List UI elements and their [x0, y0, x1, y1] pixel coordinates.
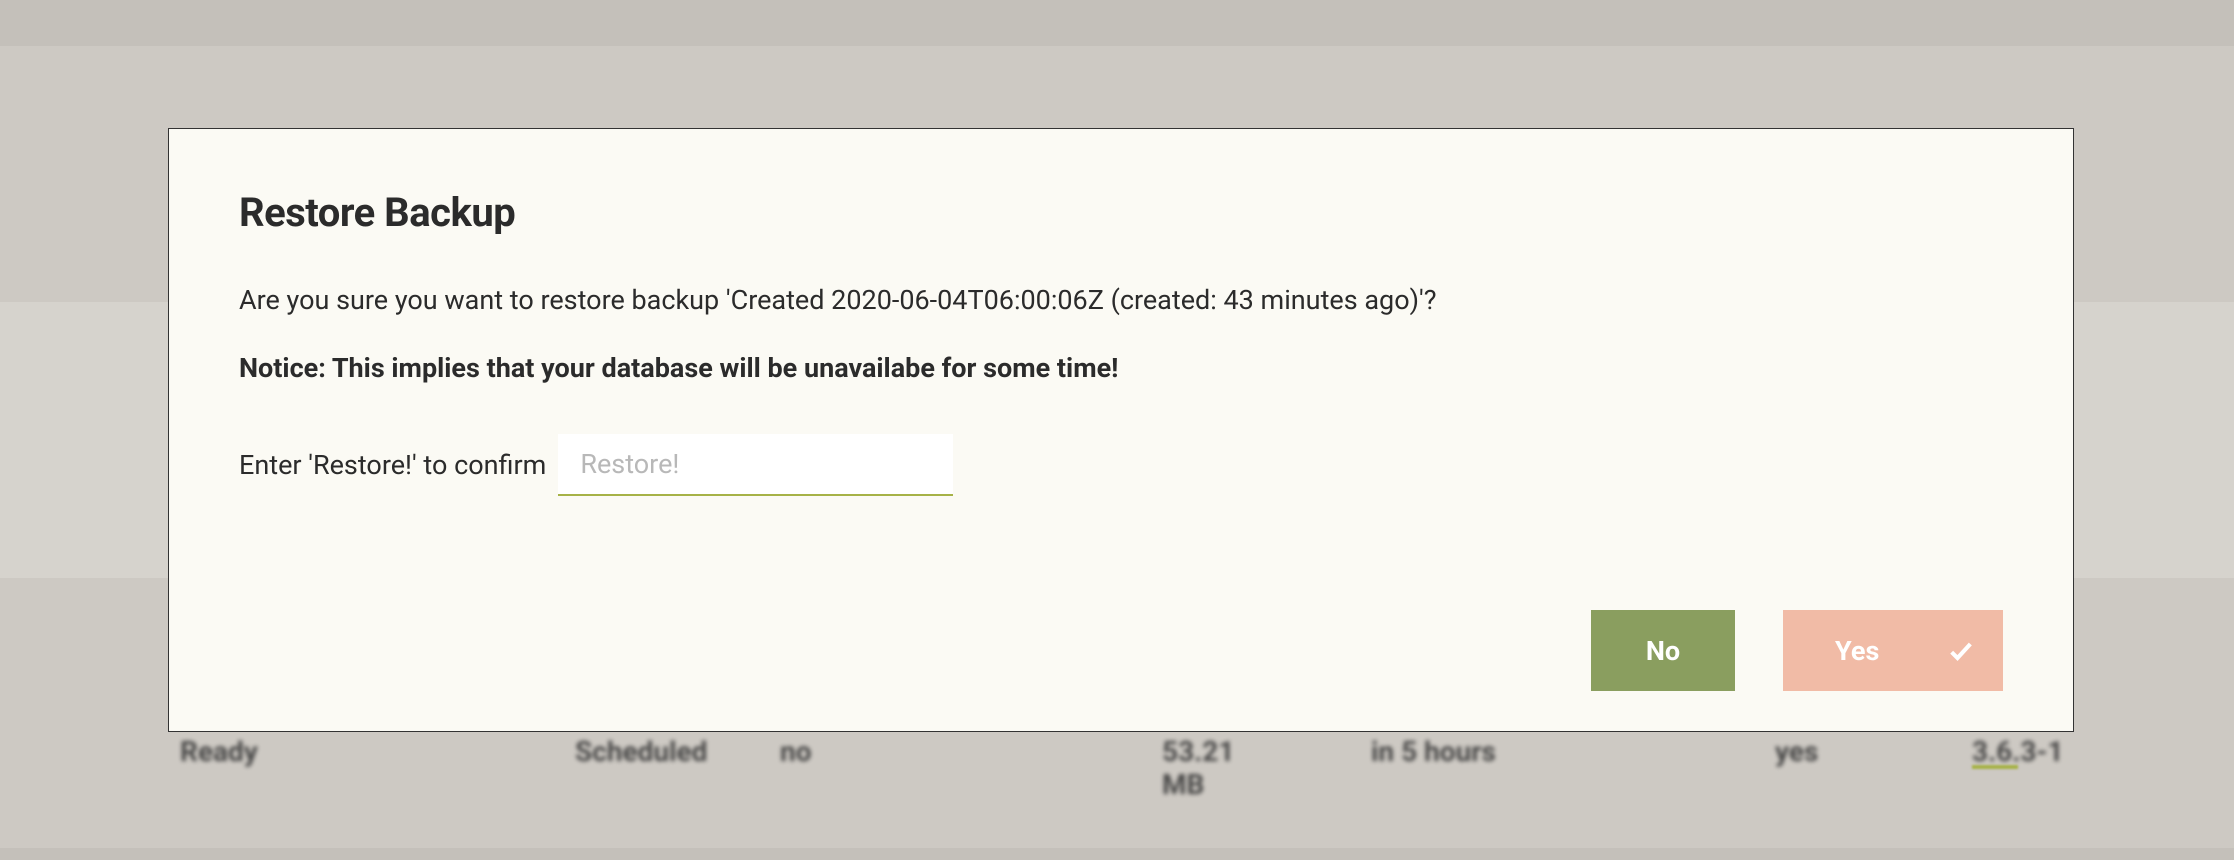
confirm-input-row: Enter 'Restore!' to confirm	[239, 434, 2003, 496]
bg-schedule: Scheduled	[575, 735, 707, 768]
no-button[interactable]: No	[1591, 610, 1735, 691]
restore-backup-modal: Restore Backup Are you sure you want to …	[168, 128, 2074, 732]
yes-button[interactable]: Yes	[1783, 610, 2003, 691]
version-underline	[1972, 765, 2018, 769]
bg-next: in 5 hours	[1371, 735, 1496, 768]
yes-button-label: Yes	[1835, 635, 1947, 667]
confirm-input[interactable]	[558, 434, 953, 496]
bg-encrypted: no	[780, 735, 812, 768]
notice-text: Notice: This implies that your database …	[239, 352, 2003, 384]
confirm-input-label: Enter 'Restore!' to confirm	[239, 449, 546, 481]
bg-size: 53.21 MB	[1162, 735, 1282, 801]
modal-footer: No Yes	[239, 590, 2003, 691]
confirm-question: Are you sure you want to restore backup …	[239, 284, 2003, 316]
bg-status: Ready	[180, 735, 258, 768]
modal-body: Are you sure you want to restore backup …	[239, 284, 2003, 590]
bg-retain: yes	[1775, 735, 1818, 768]
modal-title: Restore Backup	[239, 189, 2003, 236]
bg-version: 3.6.3-1	[1972, 735, 2064, 768]
check-icon	[1947, 637, 1975, 665]
